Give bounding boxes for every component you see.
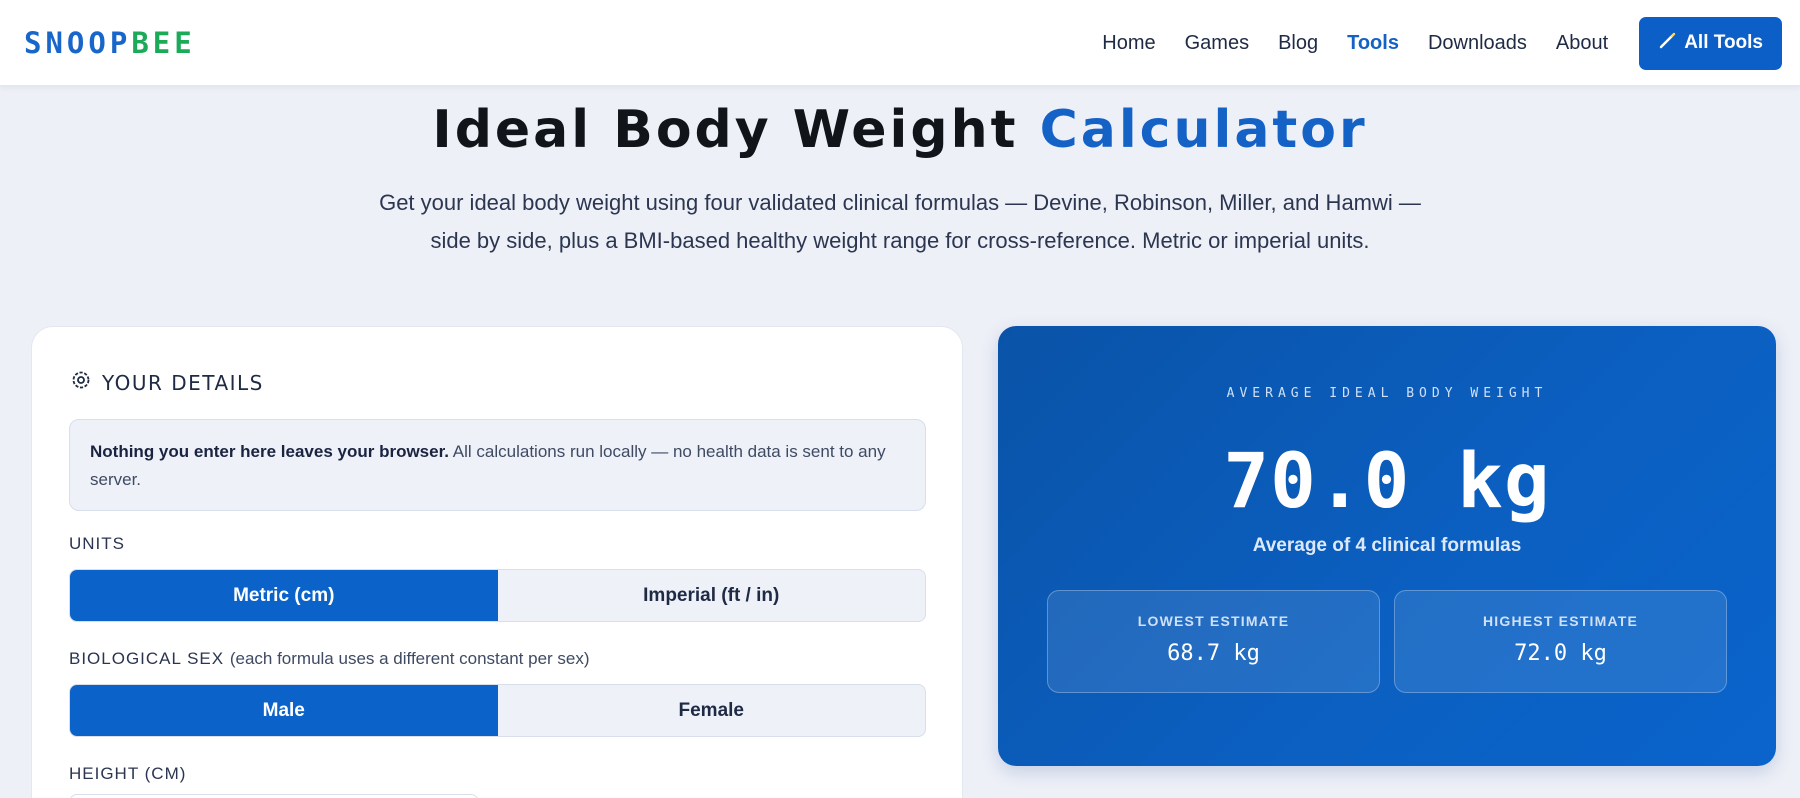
page-title: Ideal Body Weight Calculator bbox=[0, 98, 1800, 162]
privacy-notice-bold: Nothing you enter here leaves your brows… bbox=[90, 442, 449, 461]
subtitle-line-1: Get your ideal body weight using four va… bbox=[379, 190, 1421, 215]
title-main: Ideal Body Weight bbox=[432, 100, 1019, 160]
title-accent: Calculator bbox=[1039, 100, 1368, 160]
logo-part-2: BEE bbox=[131, 26, 196, 60]
wand-icon bbox=[1658, 31, 1676, 55]
site-header: SNOOPBEE Home Games Blog Tools Downloads… bbox=[0, 0, 1800, 86]
nav-downloads[interactable]: Downloads bbox=[1428, 32, 1527, 55]
highest-estimate-box: HIGHEST ESTIMATE 72.0 kg bbox=[1394, 590, 1727, 693]
page-subtitle: Get your ideal body weight using four va… bbox=[300, 184, 1500, 260]
subtitle-line-2: side by side, plus a BMI-based healthy w… bbox=[430, 228, 1370, 253]
highest-estimate-label: HIGHEST ESTIMATE bbox=[1482, 613, 1639, 629]
lowest-estimate-value: 68.7 kg bbox=[1167, 641, 1260, 666]
height-input[interactable] bbox=[69, 794, 479, 798]
sex-label: BIOLOGICAL SEX (each formula uses a diff… bbox=[69, 649, 590, 669]
nav-home[interactable]: Home bbox=[1102, 32, 1155, 55]
nav-tools[interactable]: Tools bbox=[1347, 32, 1399, 55]
sex-option-female[interactable]: Female bbox=[498, 685, 926, 736]
all-tools-label: All Tools bbox=[1684, 32, 1763, 53]
result-label: AVERAGE IDEAL BODY WEIGHT bbox=[1226, 386, 1548, 401]
privacy-notice: Nothing you enter here leaves your brows… bbox=[69, 419, 926, 511]
main-nav: Home Games Blog Tools Downloads About Al… bbox=[1073, 0, 1782, 86]
lowest-estimate-label: LOWEST ESTIMATE bbox=[1137, 613, 1290, 629]
gear-icon bbox=[70, 369, 92, 396]
units-option-metric[interactable]: Metric (cm) bbox=[70, 570, 498, 621]
sex-toggle: Male Female bbox=[69, 684, 926, 737]
sex-label-hint: (each formula uses a different constant … bbox=[229, 649, 590, 668]
sex-label-text: BIOLOGICAL SEX bbox=[69, 649, 225, 668]
highest-estimate-value: 72.0 kg bbox=[1514, 641, 1607, 666]
details-heading: YOUR DETAILS bbox=[70, 369, 264, 396]
units-option-imperial[interactable]: Imperial (ft / in) bbox=[498, 570, 926, 621]
lowest-estimate-box: LOWEST ESTIMATE 68.7 kg bbox=[1047, 590, 1380, 693]
units-label: UNITS bbox=[69, 534, 125, 553]
details-heading-text: YOUR DETAILS bbox=[102, 370, 264, 395]
logo-part-1: SNOOP bbox=[24, 26, 132, 60]
result-value: 70.0 kg bbox=[1223, 436, 1551, 525]
details-card: YOUR DETAILS Nothing you enter here leav… bbox=[31, 326, 963, 798]
site-logo[interactable]: SNOOPBEE bbox=[24, 26, 196, 60]
result-card: AVERAGE IDEAL BODY WEIGHT 70.0 kg Averag… bbox=[998, 326, 1776, 766]
nav-about[interactable]: About bbox=[1556, 32, 1608, 55]
result-subtext: Average of 4 clinical formulas bbox=[1252, 535, 1522, 556]
nav-games[interactable]: Games bbox=[1185, 32, 1249, 55]
height-label: HEIGHT (CM) bbox=[69, 764, 187, 783]
sex-option-male[interactable]: Male bbox=[70, 685, 498, 736]
nav-blog[interactable]: Blog bbox=[1278, 32, 1318, 55]
units-toggle: Metric (cm) Imperial (ft / in) bbox=[69, 569, 926, 622]
all-tools-button[interactable]: All Tools bbox=[1639, 16, 1782, 70]
